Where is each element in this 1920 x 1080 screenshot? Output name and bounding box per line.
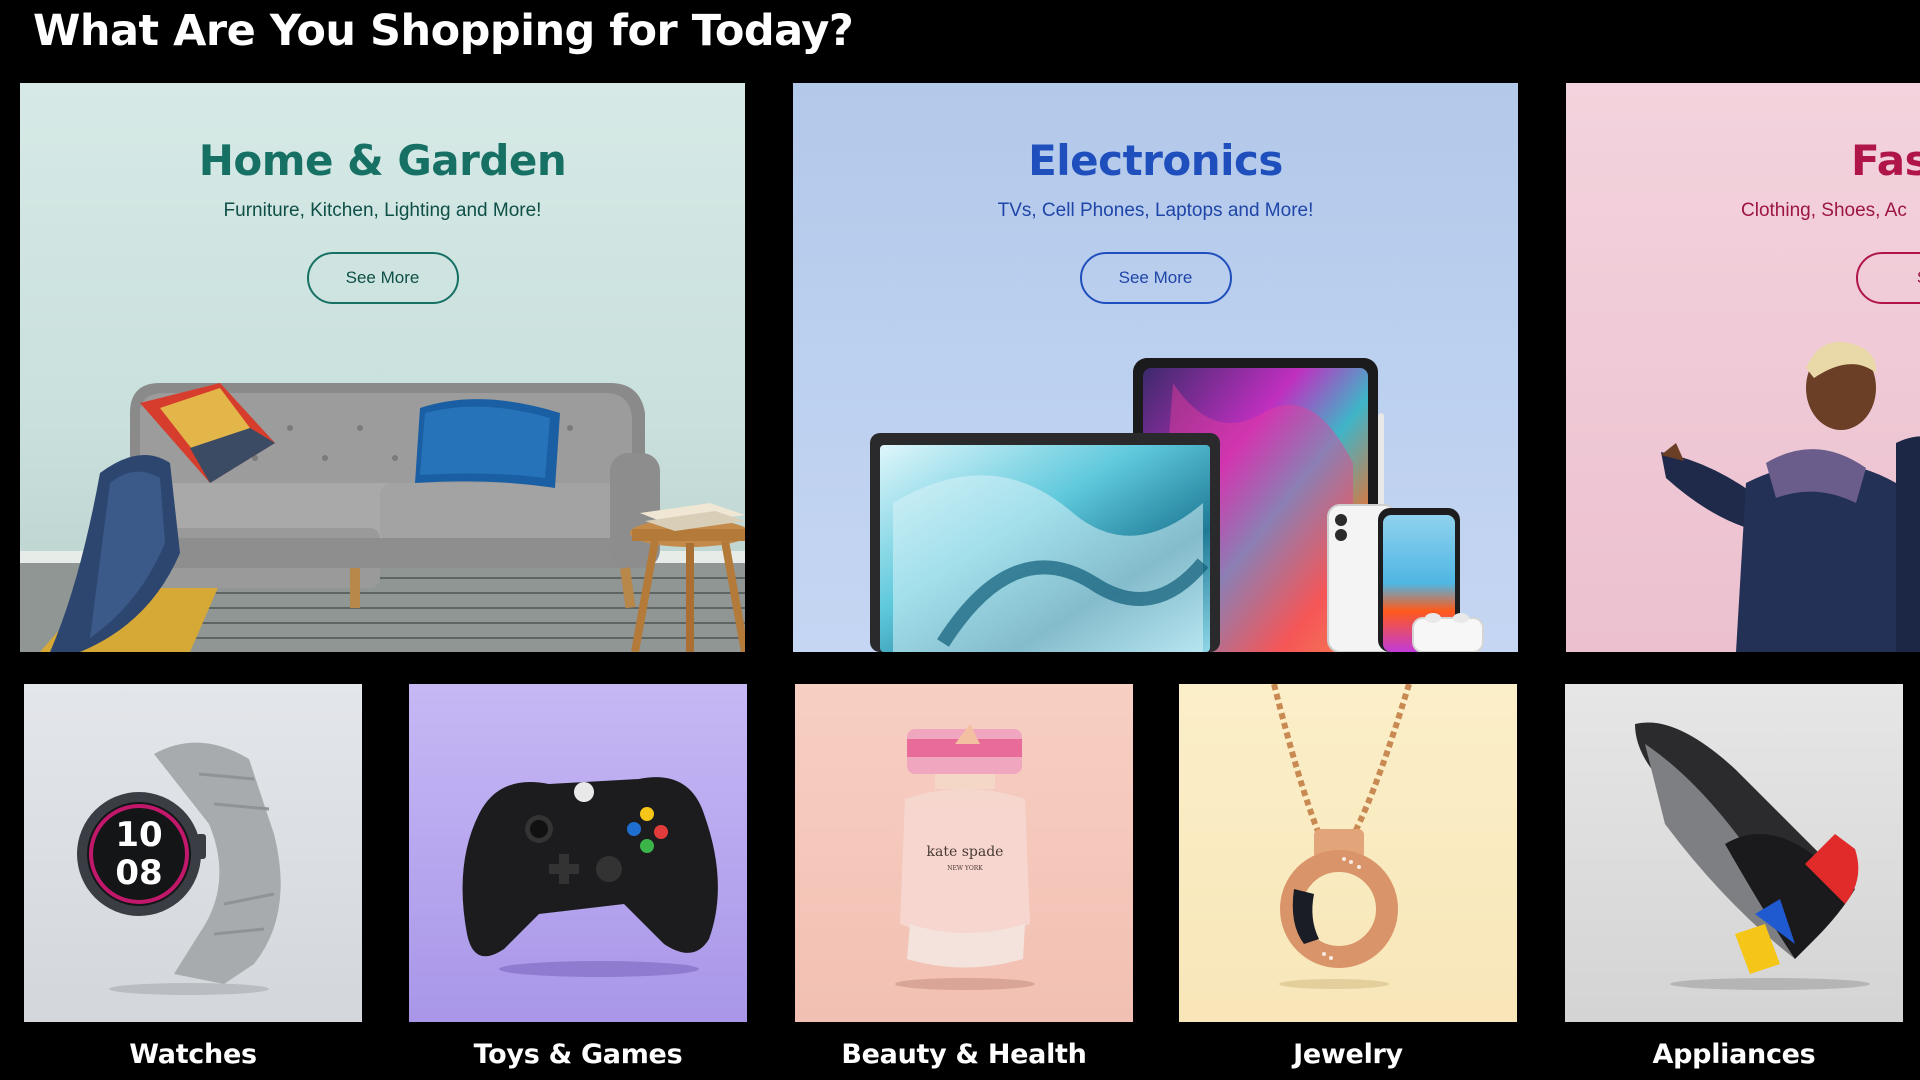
category-label[interactable]: Jewelry bbox=[1179, 1039, 1517, 1070]
game-controller-icon bbox=[462, 777, 718, 977]
category-card-toys-games[interactable] bbox=[409, 684, 747, 1022]
category-card-electronics[interactable]: Electronics TVs, Cell Phones, Laptops an… bbox=[793, 83, 1518, 652]
card-subtitle: Furniture, Kitchen, Lighting and More! bbox=[223, 200, 542, 221]
category-card-beauty-health[interactable]: kate spade NEW YORK bbox=[795, 684, 1133, 1022]
category-label[interactable]: Watches bbox=[24, 1039, 362, 1070]
necklace-icon bbox=[1271, 684, 1412, 989]
card-subtitle: TVs, Cell Phones, Laptops and More! bbox=[997, 200, 1314, 221]
category-card-appliances[interactable] bbox=[1565, 684, 1903, 1022]
steam-iron-icon bbox=[1635, 722, 1870, 990]
perfume-brand-label: kate spade bbox=[927, 844, 1004, 860]
category-card-jewelry[interactable] bbox=[1179, 684, 1517, 1022]
card-title: Electronics bbox=[1028, 136, 1283, 185]
category-card-fashion[interactable]: Fas Clothing, Shoes, Ac See bbox=[1566, 83, 1920, 652]
category-label[interactable]: Toys & Games bbox=[409, 1039, 747, 1070]
category-label[interactable]: Appliances bbox=[1565, 1039, 1903, 1070]
perfume-bottle-icon: kate spade NEW YORK bbox=[895, 724, 1035, 990]
see-more-button[interactable]: See bbox=[1856, 252, 1920, 304]
card-subtitle: Clothing, Shoes, Ac bbox=[1741, 200, 1907, 221]
smartwatch-icon: 10 08 bbox=[77, 742, 281, 995]
category-card-home-garden[interactable]: Home & Garden Furniture, Kitchen, Lighti… bbox=[20, 83, 745, 652]
see-more-button[interactable]: See More bbox=[1079, 252, 1232, 304]
card-title: Home & Garden bbox=[198, 136, 567, 185]
category-label[interactable]: Beauty & Health bbox=[795, 1039, 1133, 1070]
see-more-button[interactable]: See More bbox=[306, 252, 459, 304]
watch-hour: 10 bbox=[115, 815, 162, 855]
perfume-city-label: NEW YORK bbox=[947, 865, 983, 872]
section-title: What Are You Shopping for Today? bbox=[33, 6, 854, 56]
watch-minute: 08 bbox=[115, 853, 162, 893]
card-title: Fas bbox=[1851, 136, 1920, 185]
category-page: What Are You Shopping for Today? Home & … bbox=[0, 0, 1920, 1080]
category-card-watches[interactable]: 10 08 bbox=[24, 684, 362, 1022]
